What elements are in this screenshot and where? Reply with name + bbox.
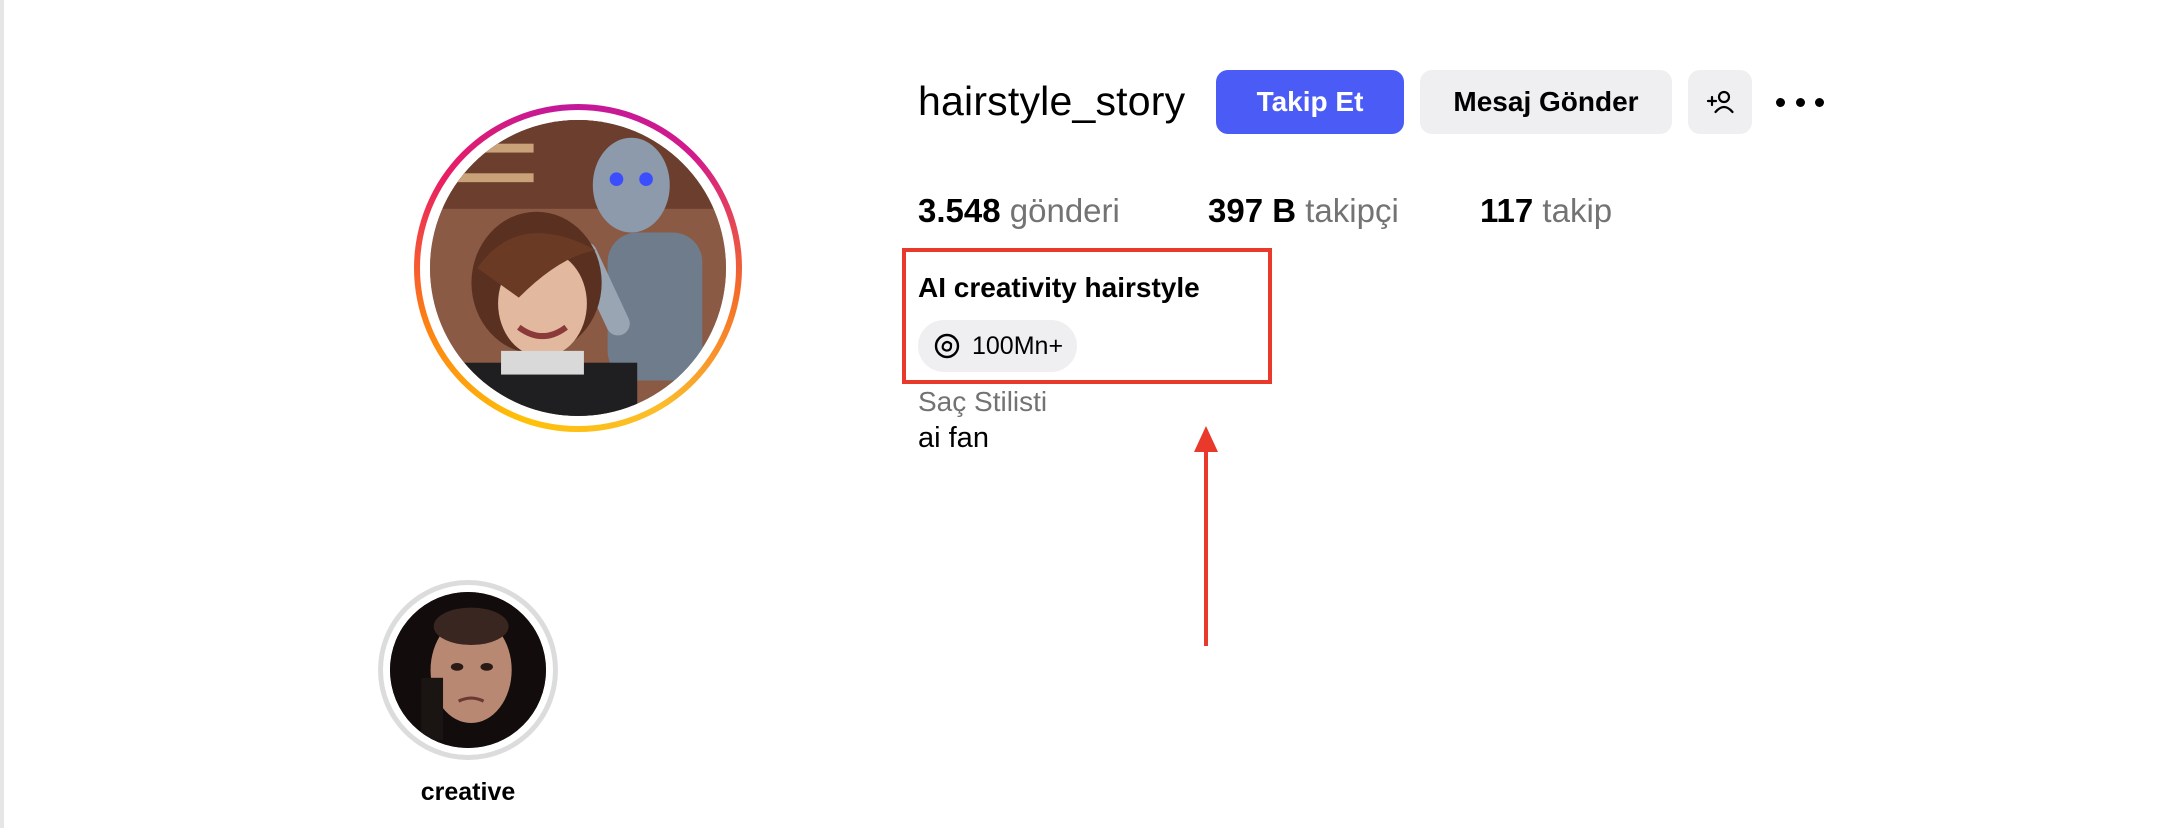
annotation-highlight-box [902, 248, 1272, 384]
followers-count: 397 B [1208, 192, 1297, 229]
profile-avatar[interactable] [414, 104, 742, 432]
suggest-users-button[interactable] [1688, 70, 1752, 134]
highlight-label: creative [420, 778, 516, 806]
add-user-icon [1706, 90, 1734, 114]
posts-stat: 3.548 gönderi [918, 192, 1120, 230]
profile-category: Saç Stilisti [918, 386, 1048, 417]
followers-label: takipçi [1305, 192, 1399, 229]
more-options-button[interactable] [1776, 90, 1824, 114]
avatar-photo [430, 120, 726, 416]
profile-bio: ai fan [918, 422, 989, 454]
story-highlight[interactable]: creative [376, 580, 560, 807]
more-options-icon [1776, 97, 1785, 107]
send-message-button[interactable]: Mesaj Gönder [1420, 70, 1672, 134]
following-count: 117 [1480, 192, 1534, 229]
highlight-cover-image [390, 592, 546, 748]
highlight-ring [378, 580, 558, 760]
profile-username: hairstyle_story [918, 78, 1186, 124]
follow-button[interactable]: Takip Et [1216, 70, 1404, 134]
following-label: takip [1542, 192, 1613, 229]
followers-stat[interactable]: 397 B takipçi [1208, 192, 1399, 230]
sidebar-divider [0, 0, 4, 828]
following-stat[interactable]: 117 takip [1480, 192, 1612, 230]
annotation-arrow-icon [1194, 426, 1218, 646]
profile-page: creative hairstyle_story Takip Et Mesaj … [0, 0, 2184, 828]
posts-count: 3.548 [918, 192, 1001, 229]
posts-label: gönderi [1009, 192, 1120, 229]
